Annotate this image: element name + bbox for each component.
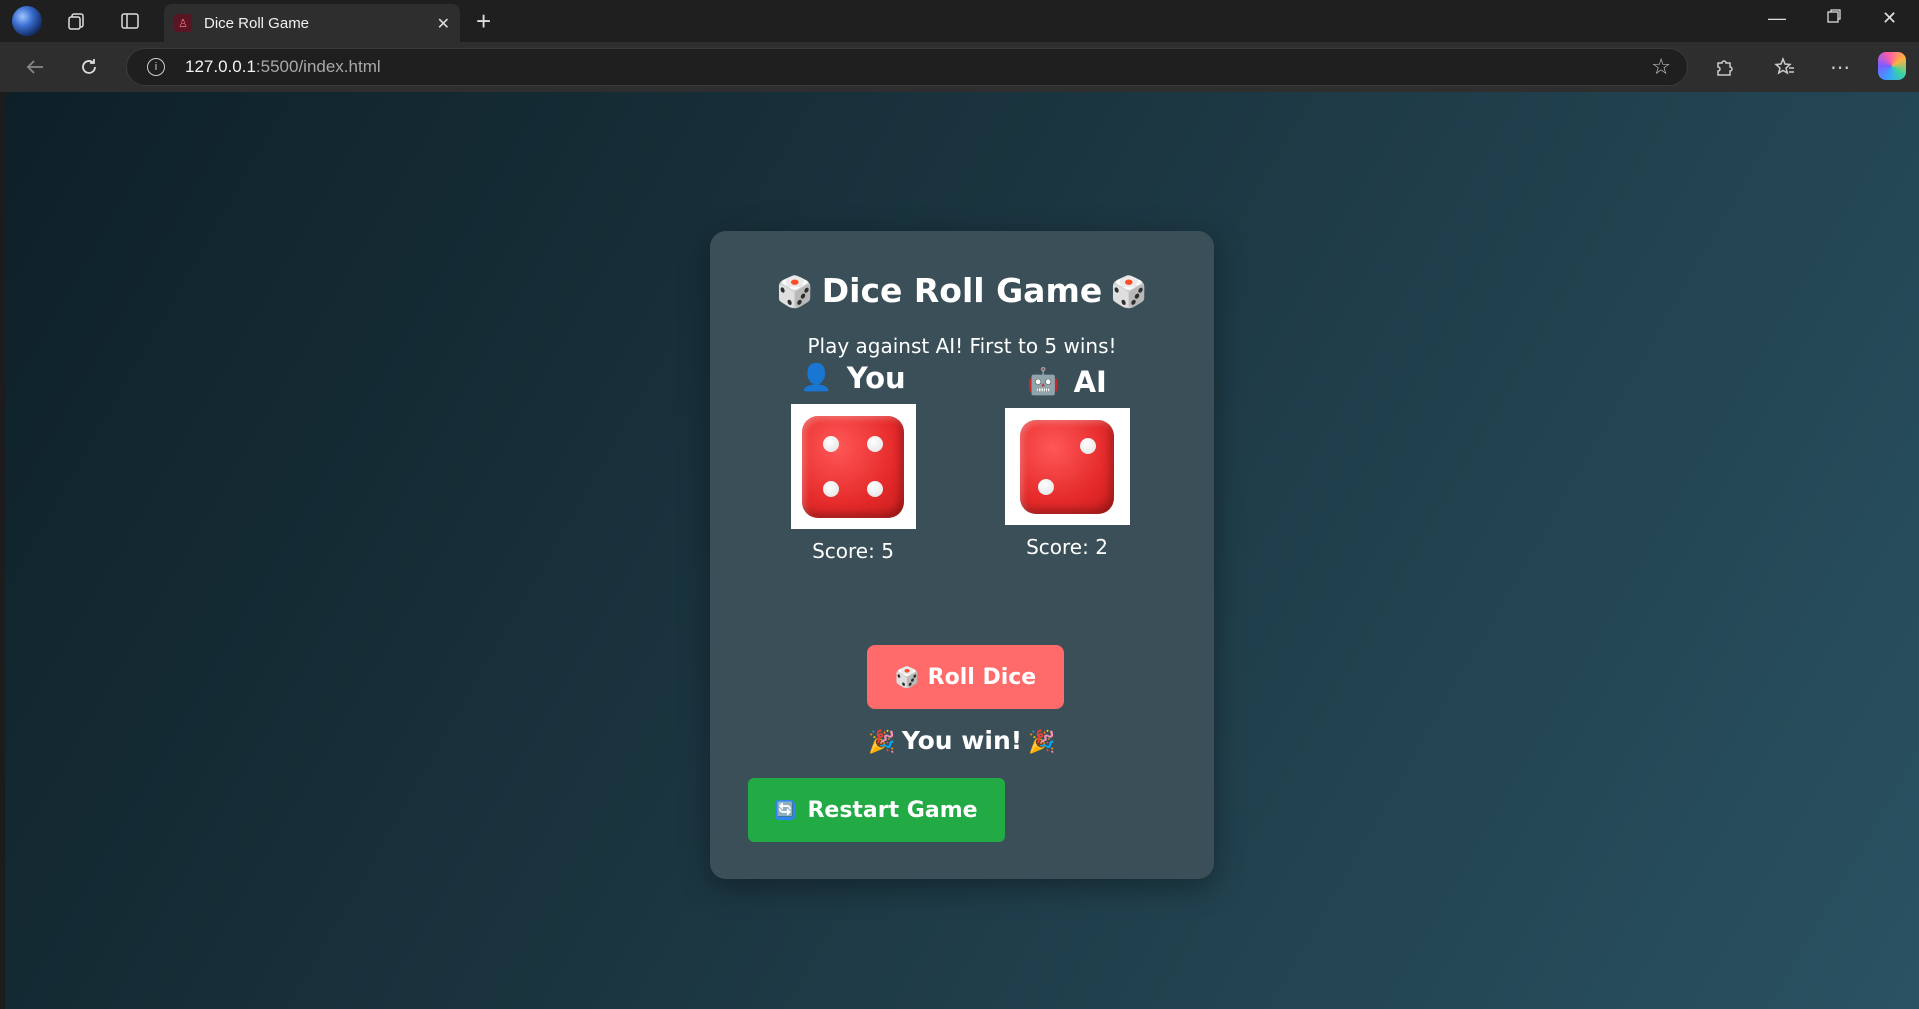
dice-pip bbox=[1038, 479, 1055, 496]
dice-pip bbox=[1079, 437, 1096, 454]
vertical-tabs-icon[interactable] bbox=[116, 7, 144, 35]
ai-dice bbox=[1004, 408, 1130, 525]
party-popper-icon: 🎉 bbox=[868, 730, 896, 755]
roll-dice-button[interactable]: 🎲 Roll Dice bbox=[867, 645, 1064, 709]
dice-pip bbox=[867, 480, 884, 497]
tab-close-icon[interactable]: ✕ bbox=[437, 14, 450, 33]
collections-icon[interactable] bbox=[62, 7, 90, 35]
browser-tab-active[interactable]: ♙ Dice Roll Game ✕ bbox=[164, 4, 460, 42]
player-panel: 👤 You Score: 5 bbox=[753, 356, 953, 563]
more-options-icon[interactable]: ⋯ bbox=[1825, 52, 1855, 82]
player-dice bbox=[790, 404, 916, 529]
robot-icon: 🤖 bbox=[1027, 367, 1060, 397]
url-path: :5500/index.html bbox=[255, 57, 381, 76]
restart-icon: 🔄 bbox=[775, 800, 796, 820]
party-popper-icon: 🎉 bbox=[1028, 730, 1056, 755]
ai-name: AI bbox=[1073, 365, 1107, 399]
game-subtitle: Play against AI! First to 5 wins! bbox=[807, 334, 1117, 358]
minimize-icon[interactable]: — bbox=[1768, 8, 1786, 29]
extensions-icon[interactable] bbox=[1709, 52, 1739, 82]
ai-score: Score: 2 bbox=[1026, 535, 1108, 559]
new-tab-icon[interactable]: + bbox=[476, 6, 491, 37]
profile-avatar[interactable] bbox=[12, 6, 42, 36]
user-icon: 👤 bbox=[800, 363, 833, 393]
page-viewport: 🎲 Dice Roll Game 🎲 Play against AI! First … bbox=[5, 92, 1919, 1009]
tab-favicon-icon: ♙ bbox=[174, 14, 192, 32]
restart-game-label: Restart Game bbox=[807, 797, 978, 823]
tab-title: Dice Roll Game bbox=[204, 14, 310, 32]
favorite-star-icon[interactable]: ☆ bbox=[1651, 55, 1671, 80]
site-info-icon[interactable]: i bbox=[147, 58, 165, 76]
refresh-icon[interactable] bbox=[74, 52, 104, 82]
dice-icon: 🎲 bbox=[776, 275, 814, 310]
dice-pip bbox=[822, 480, 839, 497]
browser-toolbar: i 127.0.0.1:5500/index.html ☆ ⋯ bbox=[0, 42, 1919, 92]
dice-pip bbox=[822, 436, 839, 453]
restore-icon[interactable] bbox=[1826, 8, 1842, 29]
roll-dice-label: Roll Dice bbox=[927, 664, 1037, 690]
ai-panel: 🤖 AI Score: 2 bbox=[967, 360, 1167, 559]
player-score: Score: 5 bbox=[812, 539, 894, 563]
result-text: You win! bbox=[901, 726, 1023, 755]
dice-icon: 🎲 bbox=[894, 665, 920, 689]
game-result: 🎉 You win! 🎉 bbox=[710, 726, 1214, 755]
url-host: 127.0.0.1 bbox=[185, 57, 256, 76]
ai-dice-face bbox=[1020, 419, 1114, 514]
browser-titlebar: ♙ Dice Roll Game ✕ + — ✕ bbox=[0, 0, 1919, 42]
favorites-icon[interactable] bbox=[1770, 52, 1800, 82]
player-name: You bbox=[846, 361, 906, 395]
back-icon[interactable] bbox=[20, 52, 50, 82]
player-dice-face bbox=[802, 415, 904, 518]
game-card: 🎲 Dice Roll Game 🎲 Play against AI! First … bbox=[710, 231, 1214, 879]
dice-pip bbox=[867, 436, 884, 453]
close-window-icon[interactable]: ✕ bbox=[1882, 8, 1897, 29]
address-bar[interactable]: i 127.0.0.1:5500/index.html ☆ bbox=[126, 48, 1688, 86]
game-title-text: Dice Roll Game bbox=[821, 271, 1103, 310]
copilot-icon[interactable] bbox=[1878, 52, 1906, 80]
restart-game-button[interactable]: 🔄 Restart Game bbox=[748, 778, 1005, 842]
dice-icon: 🎲 bbox=[1110, 275, 1148, 310]
game-title: 🎲 Dice Roll Game 🎲 bbox=[710, 271, 1214, 310]
